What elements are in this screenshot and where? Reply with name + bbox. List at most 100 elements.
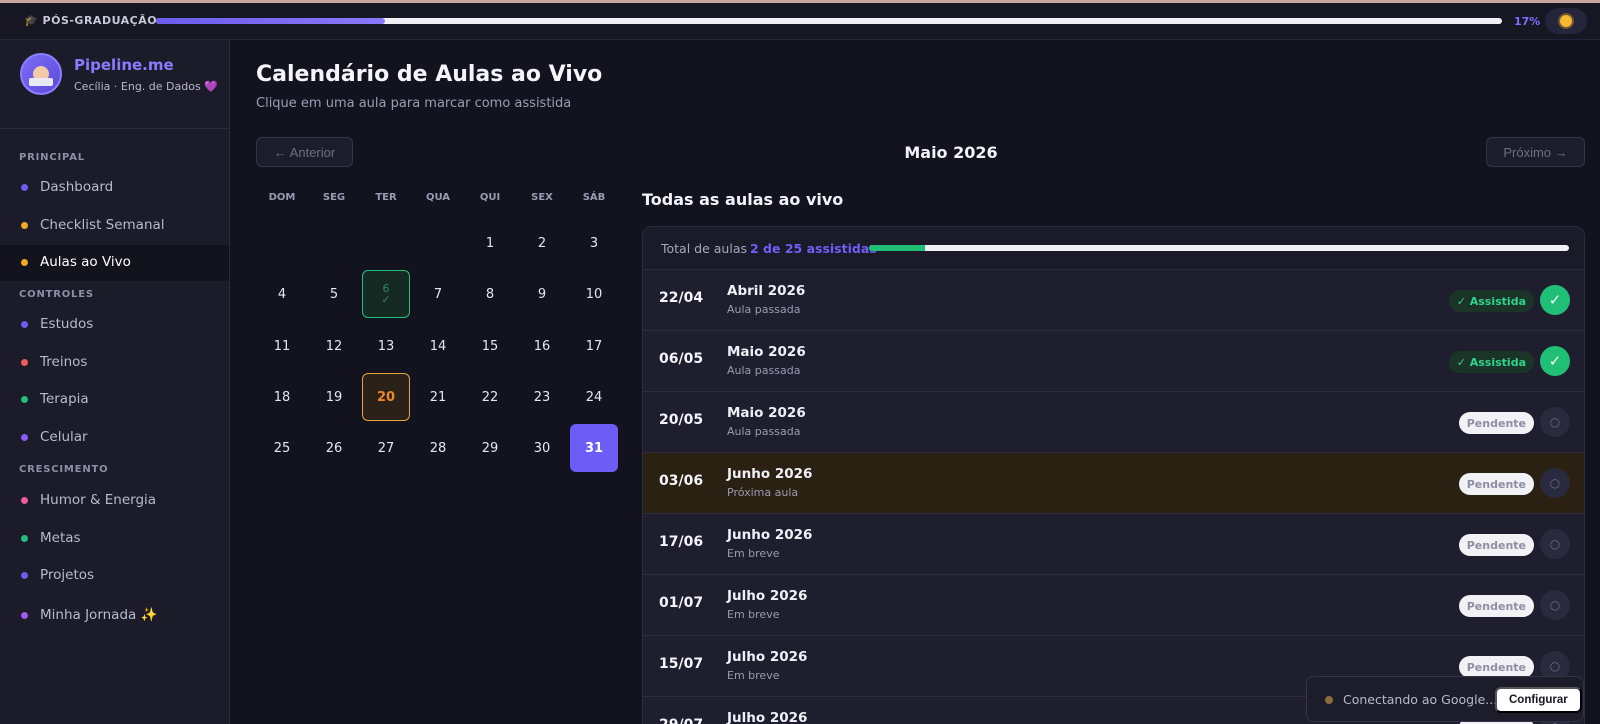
class-month: Julho 2026 xyxy=(727,710,808,724)
classes-summary: Total de aulas 2 de 25 assistidas xyxy=(643,227,1584,270)
calendar-day-number: 23 xyxy=(533,389,551,405)
status-badge: ✓ Assistida xyxy=(1448,351,1534,373)
sidebar-item-checklist-semanal[interactable]: Checklist Semanal xyxy=(0,208,229,244)
class-date: 29/07 xyxy=(659,717,703,724)
calendar-day[interactable]: 16 xyxy=(518,322,566,370)
sidebar-item-projetos[interactable]: Projetos xyxy=(0,558,229,594)
sidebar: Pipeline.me Cecília · Eng. de Dados 💜 PR… xyxy=(0,40,230,724)
calendar-day[interactable]: 31 xyxy=(570,424,618,472)
calendar-day[interactable]: 6 ✓ xyxy=(362,270,410,318)
class-date: 17/06 xyxy=(659,534,704,550)
sun-icon xyxy=(1560,15,1572,27)
calendar-day[interactable]: 3 xyxy=(570,219,618,267)
calendar-day[interactable]: 21 xyxy=(414,373,462,421)
calendar-day-number: 21 xyxy=(429,389,447,405)
class-row[interactable]: 01/07 Julho 2026 Em breve Pendente ○ xyxy=(643,575,1584,636)
next-month-button[interactable]: Próximo → xyxy=(1486,137,1585,167)
class-row[interactable]: 22/04 Abril 2026 Aula passada ✓ Assistida ✓ xyxy=(643,270,1584,331)
calendar-day[interactable]: 19 xyxy=(310,373,358,421)
calendar-day[interactable]: 9 xyxy=(518,270,566,318)
calendar-day[interactable]: 2 xyxy=(518,219,566,267)
calendar-day[interactable]: 14 xyxy=(414,322,462,370)
calendar-day[interactable]: 11 xyxy=(258,322,306,370)
status-badge: Pendente xyxy=(1458,595,1534,617)
calendar-day[interactable]: 27 xyxy=(362,424,410,472)
class-row[interactable]: 17/06 Junho 2026 Em breve Pendente ○ xyxy=(643,514,1584,575)
sidebar-item-label: Humor & Energia xyxy=(40,492,157,508)
calendar-day[interactable]: 10 xyxy=(570,270,618,318)
calendar-day[interactable]: 26 xyxy=(310,424,358,472)
calendar-day[interactable]: 17 xyxy=(570,322,618,370)
sidebar-item-estudos[interactable]: Estudos xyxy=(0,307,229,343)
nav-dot-icon xyxy=(21,359,28,366)
calendar-day-number: 30 xyxy=(533,440,551,456)
class-date: 01/07 xyxy=(659,595,704,611)
calendar-day[interactable]: 1 xyxy=(466,219,514,267)
circle-icon[interactable]: ○ xyxy=(1540,529,1570,559)
heart-icon: 💜 xyxy=(204,80,218,93)
calendar-day[interactable]: 23 xyxy=(518,373,566,421)
calendar-day[interactable]: 12 xyxy=(310,322,358,370)
google-sync-toast: Conectando ao Google... Configurar xyxy=(1306,676,1584,722)
calendar-day-number: 26 xyxy=(325,440,343,456)
program-progress-percent: 17% xyxy=(1514,15,1541,28)
sidebar-section-title: CRESCIMENTO xyxy=(19,464,109,475)
status-badge: Pendente xyxy=(1458,656,1534,678)
calendar-day-number: 19 xyxy=(325,389,343,405)
check-icon[interactable]: ✓ xyxy=(1540,285,1570,315)
check-icon[interactable]: ✓ xyxy=(1540,346,1570,376)
calendar-day-number: 3 xyxy=(589,235,599,251)
circle-icon[interactable]: ○ xyxy=(1540,590,1570,620)
sidebar-item-aulas-ao-vivo[interactable]: Aulas ao Vivo xyxy=(0,245,229,281)
calendar-day[interactable]: 20 xyxy=(362,373,410,421)
nav-dot-icon xyxy=(21,572,28,579)
calendar-day-number: 11 xyxy=(273,338,291,354)
calendar-day[interactable]: 5 xyxy=(310,270,358,318)
calendar-day[interactable]: 15 xyxy=(466,322,514,370)
calendar-day-number: 10 xyxy=(585,286,603,302)
calendar-day-number: 22 xyxy=(481,389,499,405)
theme-toggle-button[interactable] xyxy=(1545,8,1587,34)
sidebar-item-label: Dashboard xyxy=(40,179,114,195)
nav-dot-icon xyxy=(21,535,28,542)
class-row[interactable]: 06/05 Maio 2026 Aula passada ✓ Assistida ✓ xyxy=(643,331,1584,392)
class-row[interactable]: 03/06 Junho 2026 Próxima aula Pendente ○ xyxy=(643,453,1584,514)
calendar-day-number: 24 xyxy=(585,389,603,405)
sidebar-item-label: Estudos xyxy=(40,316,94,332)
class-note: Em breve xyxy=(727,608,780,621)
previous-month-button[interactable]: ← Anterior xyxy=(256,137,353,167)
configure-button[interactable]: Configurar xyxy=(1495,687,1582,713)
nav-dot-icon xyxy=(21,222,28,229)
status-badge: Pendente xyxy=(1458,412,1534,434)
calendar-day[interactable]: 30 xyxy=(518,424,566,472)
calendar-day[interactable]: 13 xyxy=(362,322,410,370)
class-month: Maio 2026 xyxy=(727,344,806,360)
circle-icon[interactable]: ○ xyxy=(1540,468,1570,498)
calendar-day[interactable]: 18 xyxy=(258,373,306,421)
calendar-day-number: 17 xyxy=(585,338,603,354)
avatar[interactable] xyxy=(20,53,62,95)
calendar-day[interactable]: 24 xyxy=(570,373,618,421)
calendar-day[interactable]: 28 xyxy=(414,424,462,472)
calendar-day[interactable]: 7 xyxy=(414,270,462,318)
sidebar-item-dashboard[interactable]: Dashboard xyxy=(0,170,229,206)
class-row[interactable]: 20/05 Maio 2026 Aula passada Pendente ○ xyxy=(643,392,1584,453)
calendar-day[interactable]: 8 xyxy=(466,270,514,318)
sidebar-item-humor-energia[interactable]: Humor & Energia xyxy=(0,483,229,519)
sidebar-item-label: Celular xyxy=(40,429,88,445)
class-date: 03/06 xyxy=(659,473,704,489)
sidebar-item-minha-jornada[interactable]: Minha Jornada ✨ xyxy=(0,598,229,634)
brand-name[interactable]: Pipeline.me xyxy=(74,56,174,74)
circle-icon[interactable]: ○ xyxy=(1540,407,1570,437)
sidebar-item-terapia[interactable]: Terapia xyxy=(0,382,229,418)
sidebar-item-celular[interactable]: Celular xyxy=(0,420,229,456)
calendar-day[interactable]: 25 xyxy=(258,424,306,472)
sidebar-item-treinos[interactable]: Treinos xyxy=(0,345,229,381)
calendar-day[interactable]: 22 xyxy=(466,373,514,421)
sidebar-item-metas[interactable]: Metas xyxy=(0,521,229,557)
sidebar-section-title: CONTROLES xyxy=(19,289,94,300)
class-date: 06/05 xyxy=(659,351,704,367)
calendar-day[interactable]: 29 xyxy=(466,424,514,472)
calendar-day-number: 28 xyxy=(429,440,447,456)
calendar-day[interactable]: 4 xyxy=(258,270,306,318)
